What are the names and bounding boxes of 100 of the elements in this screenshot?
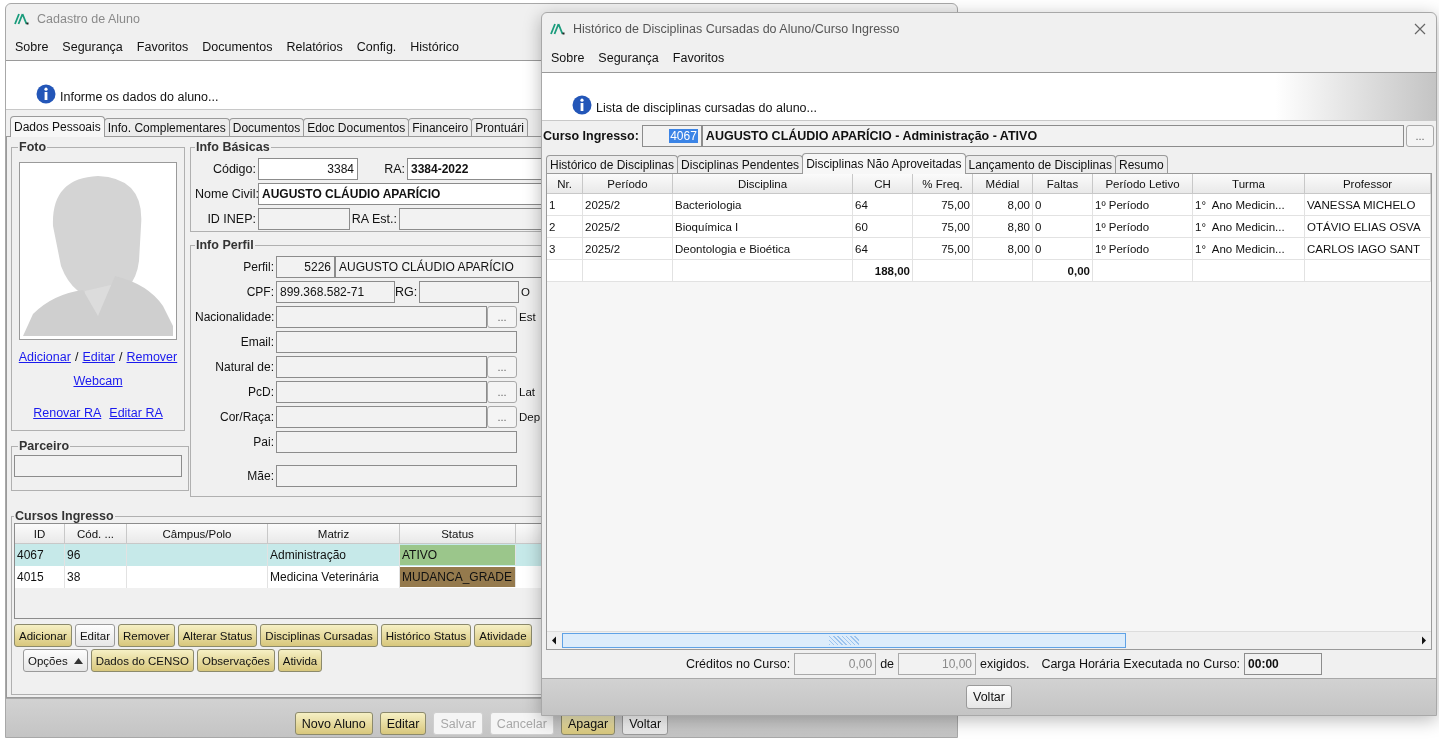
menu-item[interactable]: Favoritos bbox=[665, 51, 732, 65]
action-button[interactable]: Ativida bbox=[277, 649, 323, 672]
column-header[interactable]: Período Letivo bbox=[1093, 174, 1193, 194]
tab[interactable]: Edoc Documentos bbox=[303, 118, 410, 136]
status-cell: MUDANCA_GRADE bbox=[400, 567, 516, 587]
table-cell: 38 bbox=[67, 570, 81, 584]
column-header[interactable]: CH bbox=[853, 174, 913, 194]
ra-field[interactable]: 3384-2022 bbox=[407, 157, 541, 180]
tab[interactable]: Info. Complementares bbox=[103, 118, 230, 136]
menu-item[interactable]: Relatórios bbox=[279, 40, 350, 54]
column-header[interactable]: Status bbox=[400, 524, 516, 544]
lookup-button[interactable]: ... bbox=[487, 380, 517, 403]
tab[interactable]: Disciplinas Não Aproveitadas bbox=[802, 153, 966, 174]
photo-link[interactable]: Editar bbox=[82, 350, 116, 364]
caret-icon bbox=[73, 657, 83, 664]
footer-button[interactable]: Editar bbox=[379, 712, 427, 735]
lookup-button[interactable]: ... bbox=[487, 305, 517, 328]
rg-field[interactable] bbox=[419, 280, 519, 303]
action-button[interactable]: Adicionar bbox=[14, 624, 72, 647]
column-header[interactable]: Matriz bbox=[268, 524, 400, 544]
ra-link[interactable]: Editar RA bbox=[109, 406, 163, 420]
field-label: de bbox=[880, 657, 895, 671]
webcam-link[interactable]: Webcam bbox=[73, 374, 123, 388]
action-button[interactable]: Disciplinas Cursadas bbox=[260, 624, 378, 647]
action-button[interactable]: Dados do CENSO bbox=[90, 649, 194, 672]
column-header[interactable]: Cód. ... bbox=[65, 524, 127, 544]
code-field[interactable]: 4067 bbox=[641, 125, 702, 147]
scrollbar-thumb[interactable] bbox=[562, 633, 1126, 648]
menu-item[interactable]: Segurança bbox=[591, 51, 666, 65]
tab[interactable]: Lançamento de Disciplinas bbox=[964, 155, 1116, 173]
ra-link[interactable]: Renovar RA bbox=[33, 406, 102, 420]
field-label: Lat bbox=[519, 385, 535, 398]
lookup-button[interactable]: ... bbox=[487, 405, 517, 428]
menu-item[interactable]: Documentos bbox=[195, 40, 280, 54]
lookup-field[interactable] bbox=[276, 380, 487, 403]
lookup-field[interactable] bbox=[276, 305, 487, 328]
column-header[interactable]: Câmpus/Polo bbox=[127, 524, 268, 544]
table-row[interactable]: 4067 96 Administração ATIVO bbox=[15, 544, 541, 566]
tab[interactable]: Dados Pessoais bbox=[10, 116, 105, 137]
table-cell: Medicina Veterinária bbox=[270, 570, 379, 584]
column-header[interactable]: % Freq. bbox=[913, 174, 973, 194]
lookup-field[interactable] bbox=[276, 405, 487, 428]
column-header[interactable]: Nr. bbox=[547, 174, 583, 194]
tab[interactable]: Resumo bbox=[1114, 155, 1168, 173]
column-header[interactable]: Disciplina bbox=[673, 174, 853, 194]
tab[interactable]: Documentos bbox=[228, 118, 305, 136]
action-button[interactable]: Histórico Status bbox=[380, 624, 472, 647]
tab[interactable]: Disciplinas Pendentes bbox=[677, 155, 804, 173]
action-button[interactable]: Atividade bbox=[474, 624, 532, 647]
partner-field[interactable] bbox=[14, 455, 182, 477]
text-field[interactable] bbox=[276, 330, 517, 353]
workload-field[interactable]: 00:00 bbox=[1244, 653, 1323, 675]
photo-link[interactable]: Adicionar bbox=[18, 350, 71, 364]
action-button[interactable]: Remover bbox=[118, 624, 175, 647]
lookup-field[interactable] bbox=[276, 355, 487, 378]
column-header[interactable]: Médial bbox=[973, 174, 1033, 194]
inep-field[interactable] bbox=[258, 207, 350, 230]
column-header[interactable]: Faltas bbox=[1033, 174, 1093, 194]
logo-icon bbox=[550, 22, 565, 35]
close-button[interactable]: Voltar bbox=[966, 685, 1012, 709]
field-label: Nacionalidade: bbox=[195, 309, 276, 324]
field-label: Dep bbox=[519, 410, 541, 423]
text-field[interactable] bbox=[276, 464, 517, 487]
profile-name-field[interactable]: AUGUSTO CLÁUDIO APARÍCIO bbox=[335, 255, 541, 278]
column-header[interactable]: Professor bbox=[1305, 174, 1431, 194]
column-header[interactable]: Período bbox=[583, 174, 673, 194]
action-button[interactable]: Alterar Status bbox=[177, 624, 258, 647]
table-cell bbox=[973, 260, 1033, 282]
action-button[interactable]: Opções bbox=[23, 649, 88, 672]
tab[interactable]: Prontuári bbox=[471, 118, 528, 136]
field-label: CPF: bbox=[245, 284, 275, 299]
menu-item[interactable]: Histórico bbox=[403, 40, 466, 54]
profile-code-field[interactable]: 5226 bbox=[276, 255, 335, 278]
course-field[interactable]: AUGUSTO CLÁUDIO APARÍCIO - Administração - ATIVO bbox=[701, 125, 1404, 147]
menu-item[interactable]: Config. bbox=[349, 40, 404, 54]
tab[interactable]: Financeiro bbox=[408, 118, 473, 136]
table-row[interactable]: 4015 38 Medicina Veterinária MUDANCA_GRADE bbox=[15, 566, 541, 588]
menu-item[interactable]: Segurança bbox=[55, 40, 130, 54]
column-header[interactable]: ID bbox=[15, 524, 65, 544]
action-button[interactable]: Observações bbox=[196, 649, 275, 672]
text-field[interactable] bbox=[276, 430, 517, 453]
lookup-button[interactable]: ... bbox=[487, 355, 517, 378]
group-title: Foto bbox=[18, 140, 48, 154]
code-field[interactable]: 3384 bbox=[258, 157, 358, 180]
photo-link[interactable]: Remover bbox=[126, 350, 178, 364]
field-label: exigidos. bbox=[980, 657, 1030, 671]
ra-est-field[interactable] bbox=[399, 207, 541, 230]
menu-item[interactable]: Sobre bbox=[8, 40, 56, 54]
menu-item[interactable]: Sobre bbox=[544, 51, 592, 65]
name-field[interactable]: AUGUSTO CLÁUDIO APARÍCIO bbox=[258, 182, 541, 205]
column-header[interactable]: Turma bbox=[1193, 174, 1305, 194]
close-icon[interactable] bbox=[1414, 22, 1426, 35]
footer-button[interactable]: Novo Aluno bbox=[294, 712, 373, 735]
menu-item[interactable]: Favoritos bbox=[129, 40, 196, 54]
lookup-button[interactable]: ... bbox=[1406, 125, 1434, 147]
action-button[interactable]: Editar bbox=[74, 624, 115, 647]
info-icon bbox=[572, 95, 592, 115]
tab[interactable]: Histórico de Disciplinas bbox=[546, 155, 679, 173]
horizontal-scrollbar[interactable] bbox=[547, 631, 1431, 649]
cpf-field[interactable]: 899.368.582-71 bbox=[276, 280, 395, 303]
